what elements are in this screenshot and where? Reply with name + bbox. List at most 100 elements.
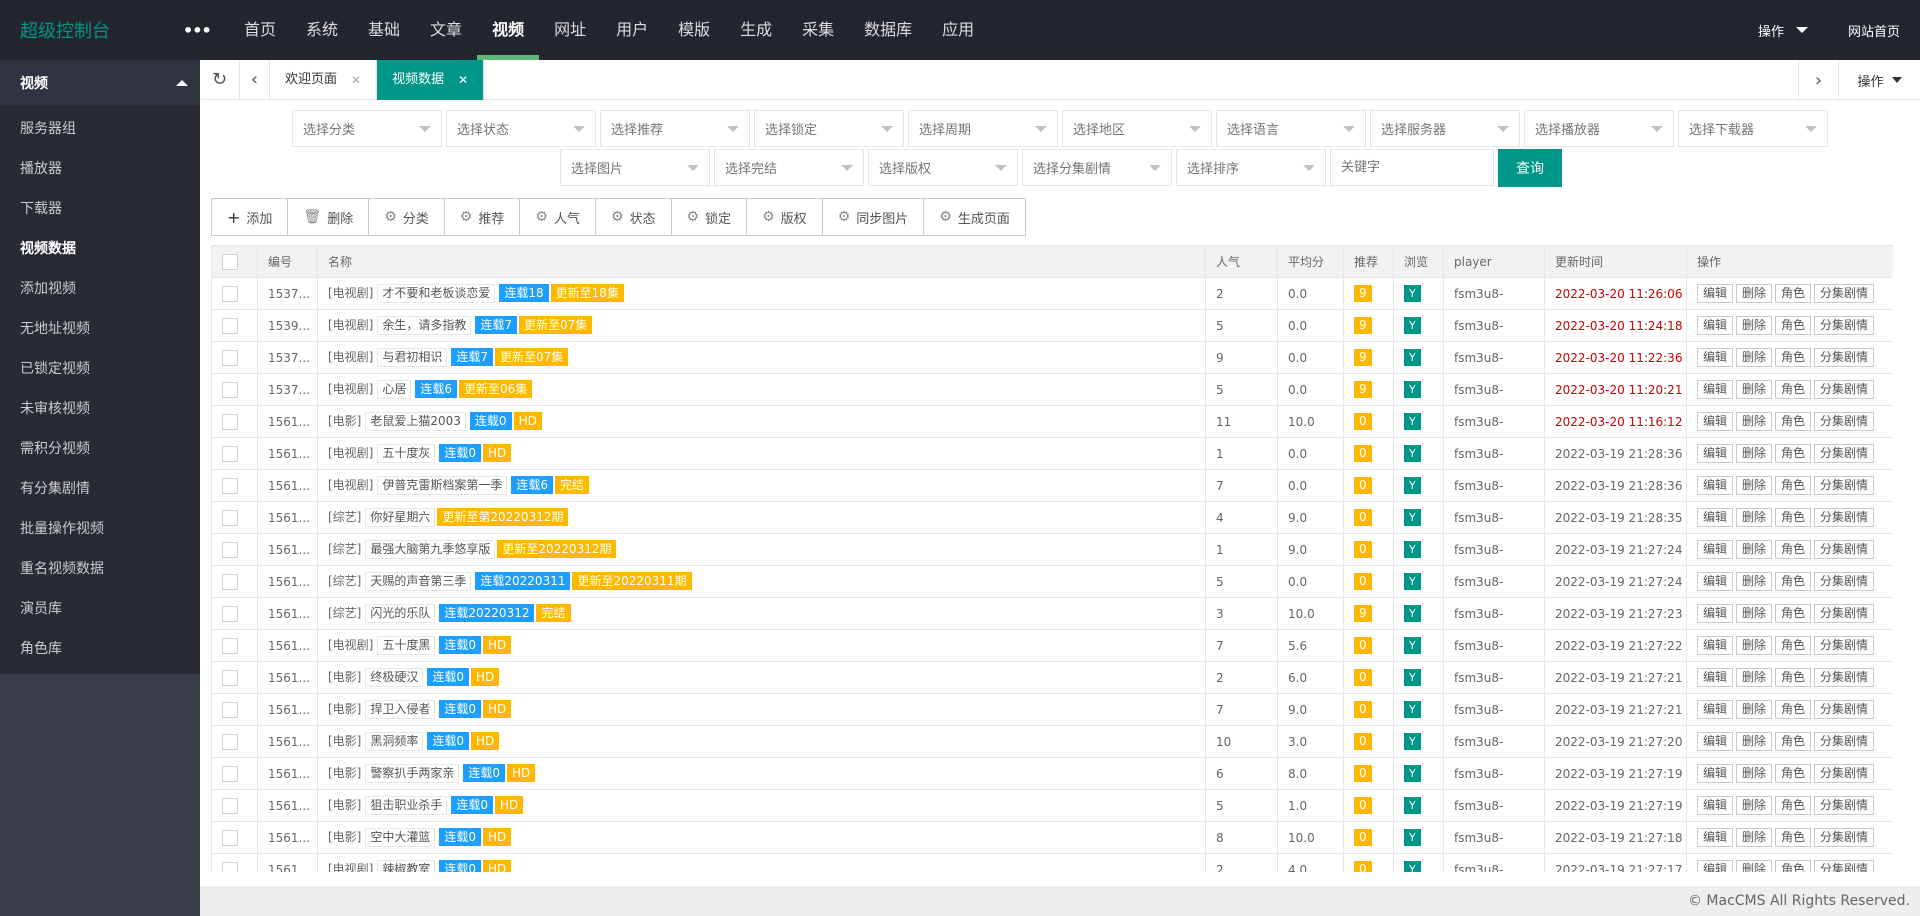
top-nav-item[interactable]: 文章 xyxy=(415,0,477,60)
table-row[interactable]: 1561... [电影] 狙击职业杀手 连载0 HD 5 1.0 0 Yfsm3u8- 2022-… xyxy=(211,789,1893,822)
delete-row-button[interactable]: 删除 xyxy=(1736,700,1773,719)
sidebar-item[interactable]: 角色库 xyxy=(0,629,200,669)
row-select-cell[interactable] xyxy=(211,725,258,758)
episode-plot-button[interactable]: 分集剧情 xyxy=(1814,572,1875,591)
delete-row-button[interactable]: 删除 xyxy=(1736,380,1773,399)
video-name-link[interactable]: 捍卫入侵者 xyxy=(365,700,436,719)
close-icon[interactable]: ✕ xyxy=(458,60,468,100)
select-all-checkbox[interactable] xyxy=(222,253,238,270)
row-checkbox[interactable] xyxy=(222,573,238,590)
role-button[interactable]: 角色 xyxy=(1775,316,1812,335)
table-row[interactable]: 1561... [电视剧] 五十度黑 连载0 HD 7 5.6 0 Yfsm3u8- 2022-0… xyxy=(211,629,1893,662)
browse-badge[interactable]: Y xyxy=(1404,445,1421,462)
role-button[interactable]: 角色 xyxy=(1775,412,1812,431)
sidebar-group-header[interactable]: 视频 xyxy=(0,60,200,105)
row-checkbox[interactable] xyxy=(222,413,238,430)
sidebar-item[interactable]: 下载器 xyxy=(0,189,200,229)
delete-row-button[interactable]: 删除 xyxy=(1736,828,1773,847)
video-name-link[interactable]: 空中大灌篮 xyxy=(365,828,436,847)
browse-badge[interactable]: Y xyxy=(1404,285,1421,302)
role-button[interactable]: 角色 xyxy=(1775,380,1812,399)
browse-badge[interactable]: Y xyxy=(1404,701,1421,718)
status-button[interactable]: ⚙ 状态 xyxy=(596,199,672,235)
recommend-badge[interactable]: 0 xyxy=(1354,701,1372,718)
filter-select[interactable]: 选择完结 xyxy=(714,149,864,186)
table-row[interactable]: 1561... [电影] 空中大灌篮 连载0 HD 8 10.0 0 Yfsm3u8- 2022-… xyxy=(211,821,1893,854)
ops-dropdown[interactable]: 操作 xyxy=(1738,21,1828,40)
browse-badge[interactable]: Y xyxy=(1404,573,1421,590)
role-button[interactable]: 角色 xyxy=(1775,284,1812,303)
delete-row-button[interactable]: 删除 xyxy=(1736,764,1773,783)
tab-prev-icon[interactable]: ‹ xyxy=(240,59,270,100)
app-logo[interactable]: 超级控制台 xyxy=(0,17,200,43)
browse-badge[interactable]: Y xyxy=(1404,669,1421,686)
top-nav-item[interactable]: 模版 xyxy=(663,0,725,60)
row-checkbox[interactable] xyxy=(222,797,238,814)
row-checkbox[interactable] xyxy=(222,349,238,366)
sidebar-item[interactable]: 需积分视频 xyxy=(0,429,200,469)
edit-button[interactable]: 编辑 xyxy=(1697,316,1734,335)
row-checkbox[interactable] xyxy=(222,317,238,334)
video-name-link[interactable]: 伊普克雷斯档案第一季 xyxy=(377,476,508,495)
episode-plot-button[interactable]: 分集剧情 xyxy=(1814,700,1875,719)
browse-badge[interactable]: Y xyxy=(1404,349,1421,366)
row-select-cell[interactable] xyxy=(211,533,258,566)
video-name-link[interactable]: 狙击职业杀手 xyxy=(365,796,448,815)
episode-plot-button[interactable]: 分集剧情 xyxy=(1814,348,1875,367)
role-button[interactable]: 角色 xyxy=(1775,732,1812,751)
top-nav-item[interactable]: 首页 xyxy=(229,0,291,60)
recommend-badge[interactable]: 0 xyxy=(1354,765,1372,782)
episode-plot-button[interactable]: 分集剧情 xyxy=(1814,604,1875,623)
recommend-badge[interactable]: 0 xyxy=(1354,573,1372,590)
table-row[interactable]: 1537... [电视剧] 心居 连载6 更新至06集 5 0.0 9 Yfsm3u8- 2022… xyxy=(211,373,1893,406)
table-row[interactable]: 1561... [电影] 警察扒手两家亲 连载0 HD 6 8.0 0 Yfsm3u8- 2022… xyxy=(211,757,1893,790)
table-row[interactable]: 1561... [综艺] 最强大脑第九季悠享版 更新至20220312期 1 9.0 0 Yf… xyxy=(211,533,1893,566)
sidebar-item[interactable]: 重名视频数据 xyxy=(0,549,200,589)
table-row[interactable]: 1561... [电视剧] 伊普克雷斯档案第一季 连载6 完结 7 0.0 0 Yfsm3u8-… xyxy=(211,469,1893,502)
site-home-link[interactable]: 网站首页 xyxy=(1828,21,1920,40)
browse-badge[interactable]: Y xyxy=(1404,733,1421,750)
sidebar-item[interactable]: 服务器组 xyxy=(0,109,200,149)
edit-button[interactable]: 编辑 xyxy=(1697,284,1734,303)
sidebar-item[interactable]: 未审核视频 xyxy=(0,389,200,429)
edit-button[interactable]: 编辑 xyxy=(1697,860,1734,872)
edit-button[interactable]: 编辑 xyxy=(1697,732,1734,751)
row-select-cell[interactable] xyxy=(211,373,258,406)
delete-row-button[interactable]: 删除 xyxy=(1736,476,1773,495)
delete-row-button[interactable]: 删除 xyxy=(1736,572,1773,591)
top-nav-item[interactable]: 视频 xyxy=(477,0,540,60)
edit-button[interactable]: 编辑 xyxy=(1697,636,1734,655)
row-select-cell[interactable] xyxy=(211,757,258,790)
table-row[interactable]: 1561... [电影] 老鼠爱上猫2003 连载0 HD 11 10.0 0 Yfsm3u8-… xyxy=(211,405,1893,438)
recommend-badge[interactable]: 0 xyxy=(1354,829,1372,846)
delete-row-button[interactable]: 删除 xyxy=(1736,540,1773,559)
episode-plot-button[interactable]: 分集剧情 xyxy=(1814,508,1875,527)
filter-select[interactable]: 选择分集剧情 xyxy=(1022,149,1172,186)
episode-plot-button[interactable]: 分集剧情 xyxy=(1814,668,1875,687)
delete-row-button[interactable]: 删除 xyxy=(1736,284,1773,303)
generate-page-button[interactable]: ⚙ 生成页面 xyxy=(924,199,1025,235)
top-nav-item[interactable]: 基础 xyxy=(353,0,415,60)
row-checkbox[interactable] xyxy=(222,861,238,872)
row-checkbox[interactable] xyxy=(222,285,238,302)
browse-badge[interactable]: Y xyxy=(1404,765,1421,782)
recommend-badge[interactable]: 0 xyxy=(1354,413,1372,430)
tab-ops-dropdown[interactable]: 操作 xyxy=(1838,60,1920,100)
video-name-link[interactable]: 辣椒教室 xyxy=(377,860,436,872)
browse-badge[interactable]: Y xyxy=(1404,861,1421,872)
filter-select[interactable]: 选择图片 xyxy=(560,149,710,186)
role-button[interactable]: 角色 xyxy=(1775,604,1812,623)
browse-badge[interactable]: Y xyxy=(1404,317,1421,334)
filter-select[interactable]: 选择推荐 xyxy=(600,110,750,147)
top-nav-item[interactable]: 生成 xyxy=(725,0,787,60)
video-name-link[interactable]: 老鼠爱上猫2003 xyxy=(365,412,466,431)
top-nav-item[interactable]: 系统 xyxy=(291,0,353,60)
video-name-link[interactable]: 五十度黑 xyxy=(377,636,436,655)
episode-plot-button[interactable]: 分集剧情 xyxy=(1814,380,1875,399)
edit-button[interactable]: 编辑 xyxy=(1697,380,1734,399)
delete-row-button[interactable]: 删除 xyxy=(1736,508,1773,527)
close-icon[interactable]: ✕ xyxy=(351,60,361,100)
top-nav-item[interactable]: 应用 xyxy=(927,0,989,60)
recommend-badge[interactable]: 9 xyxy=(1354,317,1372,334)
recommend-badge[interactable]: 9 xyxy=(1354,285,1372,302)
